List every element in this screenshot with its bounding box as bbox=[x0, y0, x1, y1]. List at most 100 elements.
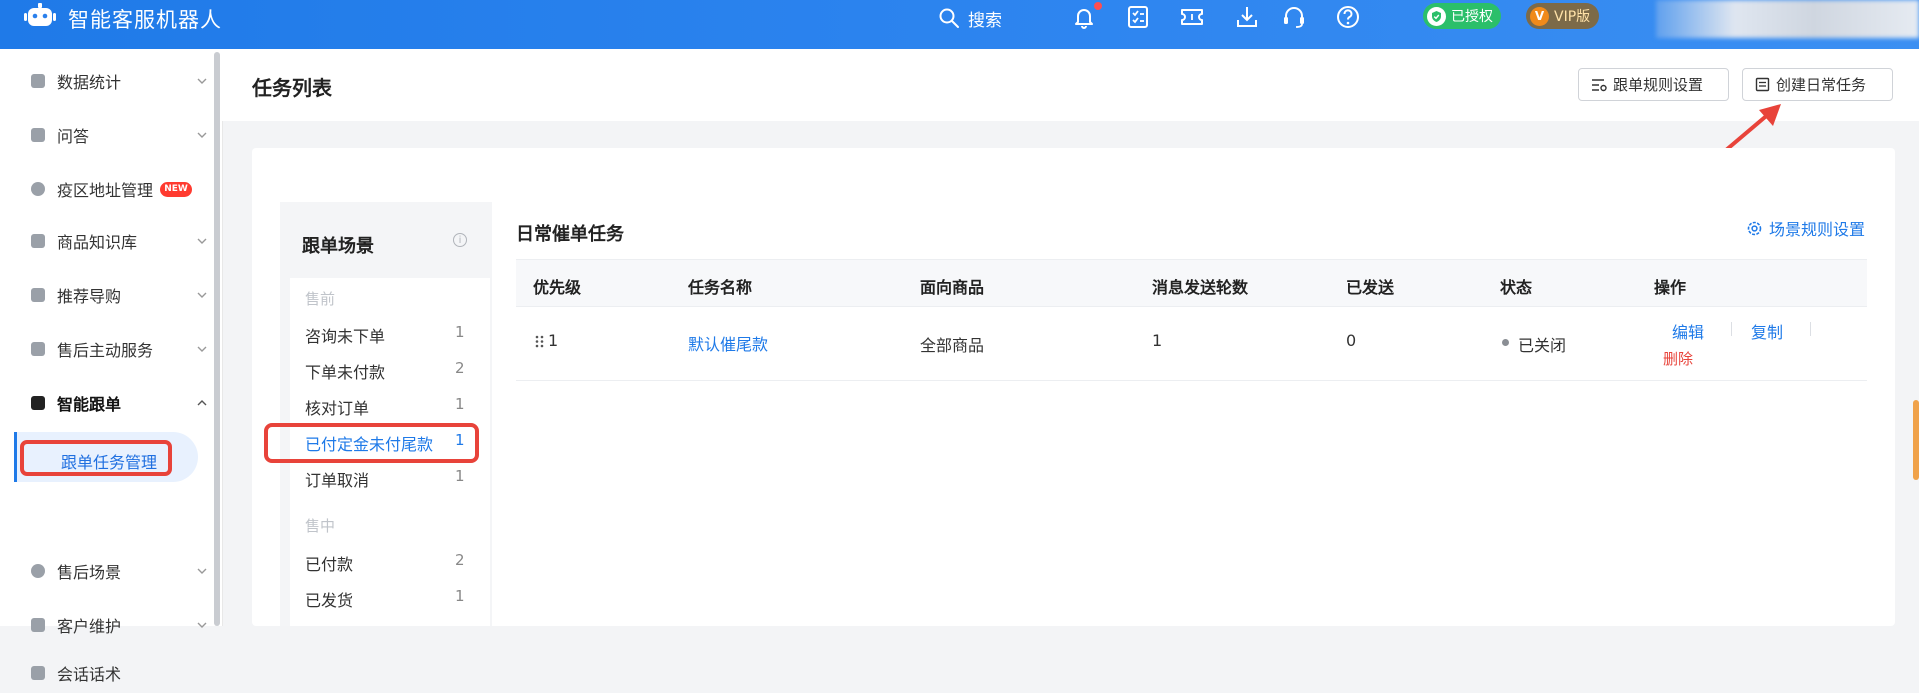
sidebar-item-label: 疫区地址管理 bbox=[57, 181, 154, 200]
divider bbox=[1731, 322, 1732, 336]
help-icon bbox=[1337, 6, 1359, 28]
sidebar: 数据统计 问答 疫区地址管理 NEW 商品知识库 推荐导购 售后主动服务 智能跟… bbox=[0, 49, 223, 684]
scene-item-label: 核对订单 bbox=[305, 399, 370, 418]
checklist-icon bbox=[1128, 6, 1148, 28]
recommend-icon bbox=[31, 288, 45, 302]
create-daily-task-button[interactable]: 创建日常任务 bbox=[1742, 68, 1893, 101]
sidebar-item-after-sale-service[interactable]: 售后主动服务 bbox=[0, 329, 215, 369]
delete-button[interactable]: 删除 bbox=[1663, 348, 1693, 369]
follow-icon bbox=[31, 396, 45, 410]
download-icon bbox=[1237, 7, 1257, 27]
authorized-badge[interactable]: 已授权 bbox=[1423, 3, 1501, 29]
sidebar-item-after-sale-scene[interactable]: 售后场景 bbox=[0, 551, 215, 591]
scene-item-label: 下单未付款 bbox=[305, 363, 386, 382]
divider bbox=[1810, 322, 1811, 336]
column-header: 操作 bbox=[1654, 278, 1687, 297]
column-header: 面向商品 bbox=[920, 278, 985, 297]
scene-item-shipped[interactable]: 已发货 1 bbox=[305, 587, 465, 611]
table-header: 优先级 任务名称 面向商品 消息发送轮数 已发送 状态 操作 bbox=[516, 259, 1867, 307]
sidebar-item-chat-scripts[interactable]: 会话话术 bbox=[0, 653, 215, 693]
sidebar-item-epidemic-address[interactable]: 疫区地址管理 NEW bbox=[0, 169, 215, 209]
sidebar-item-product-knowledge[interactable]: 商品知识库 bbox=[0, 221, 215, 261]
edit-button[interactable]: 编辑 bbox=[1672, 319, 1704, 343]
chevron-down-icon bbox=[197, 132, 207, 138]
chevron-up-icon bbox=[197, 400, 207, 406]
user-account-area[interactable] bbox=[1656, 0, 1919, 38]
scene-item-label: 已付款 bbox=[305, 555, 354, 574]
highlight-box bbox=[20, 440, 172, 476]
location-icon bbox=[31, 182, 45, 196]
page-title: 任务列表 bbox=[252, 76, 332, 100]
task-list-button[interactable] bbox=[1124, 3, 1152, 31]
sidebar-item-label: 会话话术 bbox=[57, 665, 122, 684]
priority-cell: 1 bbox=[548, 331, 559, 350]
vip-icon: V bbox=[1530, 6, 1549, 26]
chevron-down-icon bbox=[197, 78, 207, 84]
drag-handle-icon[interactable] bbox=[535, 335, 544, 348]
search-button[interactable]: 搜索 bbox=[938, 4, 1002, 32]
ticket-icon bbox=[1181, 9, 1203, 25]
sidebar-item-label: 售后主动服务 bbox=[57, 341, 154, 360]
task-name-link[interactable]: 默认催尾款 bbox=[688, 331, 768, 355]
sidebar-item-label: 智能跟单 bbox=[57, 395, 122, 414]
vip-badge[interactable]: V VIP版 bbox=[1526, 3, 1600, 29]
scene-item-count: 1 bbox=[455, 323, 465, 341]
customer-icon bbox=[31, 618, 45, 632]
scene-item-paid[interactable]: 已付款 2 bbox=[305, 551, 465, 575]
sidebar-item-smart-follow[interactable]: 智能跟单 bbox=[0, 383, 215, 423]
sidebar-item-label: 推荐导购 bbox=[57, 287, 122, 306]
scene-item-label: 已发货 bbox=[305, 591, 354, 610]
chevron-down-icon bbox=[197, 292, 207, 298]
robot-logo-icon bbox=[24, 3, 56, 26]
page-scrollbar[interactable] bbox=[1913, 400, 1919, 480]
shield-check-icon bbox=[1427, 6, 1446, 26]
scene-item-label: 订单取消 bbox=[305, 471, 370, 490]
scene-item-label: 咨询未下单 bbox=[305, 327, 386, 346]
chevron-down-icon bbox=[197, 346, 207, 352]
sidebar-item-customer-care[interactable]: 客户维护 bbox=[0, 605, 215, 645]
column-header: 优先级 bbox=[533, 278, 582, 297]
active-indicator bbox=[14, 432, 17, 482]
scene-item-order-cancel[interactable]: 订单取消 1 bbox=[305, 467, 465, 491]
rounds-cell: 1 bbox=[1152, 331, 1163, 350]
column-header: 状态 bbox=[1500, 278, 1533, 297]
headset-icon bbox=[1284, 7, 1304, 28]
scene-item-order-unpaid[interactable]: 下单未付款 2 bbox=[305, 359, 465, 383]
sidebar-item-label: 问答 bbox=[57, 127, 90, 146]
sidebar-item-recommend[interactable]: 推荐导购 bbox=[0, 275, 215, 315]
highlight-box bbox=[264, 423, 479, 463]
rules-settings-icon bbox=[1592, 78, 1607, 91]
help-button[interactable] bbox=[1334, 3, 1362, 31]
download-button[interactable] bbox=[1233, 3, 1261, 31]
table-row: 1 默认催尾款 全部商品 1 0 已关闭 编辑 复制 删除 bbox=[516, 305, 1867, 381]
sidebar-item-qa[interactable]: 问答 bbox=[0, 115, 215, 155]
sidebar-item-data-stats[interactable]: 数据统计 bbox=[0, 61, 215, 101]
script-icon bbox=[31, 666, 45, 680]
bag-icon bbox=[31, 234, 45, 248]
scene-group-in-sale: 售中 bbox=[305, 517, 336, 535]
scene-rule-settings-label: 场景规则设置 bbox=[1769, 220, 1866, 239]
vip-label: VIP版 bbox=[1554, 9, 1591, 25]
ticket-button[interactable] bbox=[1178, 3, 1206, 31]
sidebar-item-label: 数据统计 bbox=[57, 73, 122, 92]
copy-button[interactable]: 复制 bbox=[1751, 319, 1783, 343]
scene-item-verify-order[interactable]: 核对订单 1 bbox=[305, 395, 465, 419]
scene-item-count: 2 bbox=[455, 551, 465, 569]
follow-rules-button[interactable]: 跟单规则设置 bbox=[1578, 68, 1729, 101]
scene-rule-settings-link[interactable]: 场景规则设置 bbox=[1746, 216, 1865, 240]
sidebar-scrollbar[interactable] bbox=[214, 52, 220, 626]
chevron-down-icon bbox=[197, 568, 207, 574]
product-cell: 全部商品 bbox=[920, 336, 985, 355]
chevron-down-icon bbox=[197, 238, 207, 244]
create-daily-task-label: 创建日常任务 bbox=[1776, 76, 1867, 94]
new-badge: NEW bbox=[160, 181, 192, 197]
scene-title: 跟单场景 bbox=[302, 236, 374, 257]
task-doc-icon bbox=[1755, 77, 1770, 92]
sidebar-item-label: 客户维护 bbox=[57, 617, 122, 636]
customer-service-button[interactable] bbox=[1280, 3, 1308, 31]
chevron-down-icon bbox=[197, 622, 207, 628]
info-icon[interactable]: i bbox=[453, 233, 467, 247]
table-title: 日常催单任务 bbox=[516, 224, 624, 245]
gear-icon bbox=[1747, 221, 1762, 235]
scene-item-inquiry-no-order[interactable]: 咨询未下单 1 bbox=[305, 323, 465, 347]
